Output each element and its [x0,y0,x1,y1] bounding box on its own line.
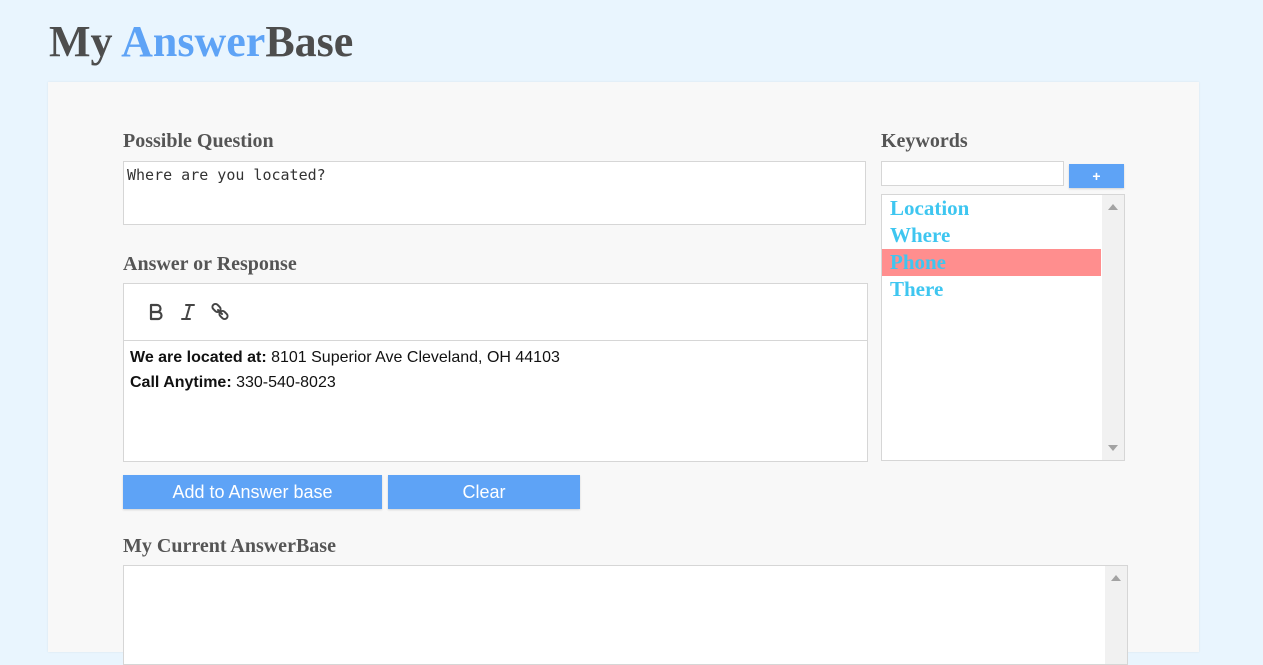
clear-button[interactable]: Clear [388,475,580,509]
scroll-up-icon[interactable] [1108,204,1118,210]
app-title-my: My [49,17,122,66]
add-to-answerbase-button[interactable]: Add to Answer base [123,475,382,509]
answer-editor: We are located at: 8101 Superior Ave Cle… [123,283,868,462]
keyword-list-scrollbar[interactable] [1102,195,1124,460]
add-keyword-button[interactable]: + [1069,164,1124,188]
current-answerbase-box[interactable] [123,565,1128,665]
editor-body[interactable]: We are located at: 8101 Superior Ave Cle… [124,341,867,399]
keyword-item-where[interactable]: Where [882,222,1101,249]
keyword-input[interactable] [881,161,1064,186]
address-label: We are located at: [130,349,267,366]
link-icon[interactable] [204,296,236,328]
app-title-answer: Answer [121,17,266,66]
phone-label: Call Anytime: [130,374,232,391]
address-value: 8101 Superior Ave Cleveland, OH 44103 [266,349,560,366]
scroll-down-icon[interactable] [1108,445,1118,451]
keyword-item-location[interactable]: Location [882,195,1101,222]
answerbase-scroll-up-icon[interactable] [1111,575,1121,581]
question-input[interactable]: Where are you located? [123,161,866,225]
italic-icon[interactable] [172,296,204,328]
keyword-item-phone[interactable]: Phone [882,249,1101,276]
editor-toolbar [124,284,867,341]
app-title: My AnswerBase [49,14,353,70]
answer-label: Answer or Response [123,253,297,275]
keyword-item-there[interactable]: There [882,276,1101,303]
bold-icon[interactable] [140,296,172,328]
question-label: Possible Question [123,130,274,152]
phone-value: 330-540-8023 [231,374,336,391]
answer-line-address: We are located at: 8101 Superior Ave Cle… [130,345,861,370]
app-title-base: Base [265,17,354,66]
keyword-list[interactable]: Location Where Phone There [881,194,1125,461]
answerbase-scrollbar[interactable] [1105,566,1127,664]
answer-line-phone: Call Anytime: 330-540-8023 [130,370,861,395]
current-answerbase-label: My Current AnswerBase [123,535,336,557]
keywords-label: Keywords [881,130,968,152]
main-panel: Possible Question Where are you located?… [48,82,1199,665]
